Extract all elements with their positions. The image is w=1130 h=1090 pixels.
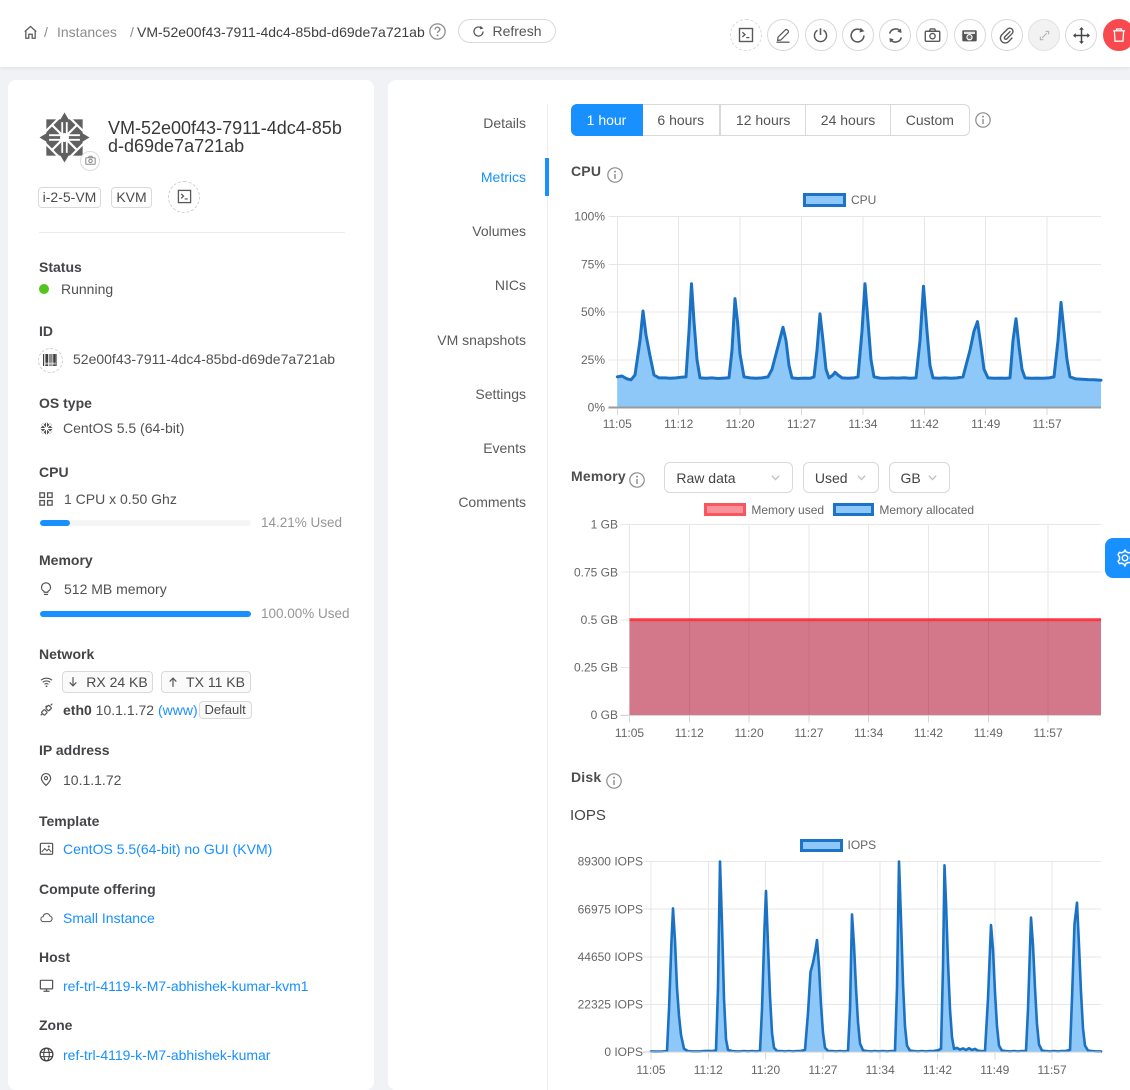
svg-text:0.75 GB: 0.75 GB bbox=[574, 565, 618, 579]
svg-text:11:27: 11:27 bbox=[787, 417, 816, 431]
svg-text:11:57: 11:57 bbox=[1034, 726, 1063, 740]
svg-text:11:34: 11:34 bbox=[854, 726, 883, 740]
svg-text:100%: 100% bbox=[574, 210, 605, 224]
svg-text:50%: 50% bbox=[581, 305, 605, 319]
svg-text:11:27: 11:27 bbox=[794, 726, 823, 740]
svg-text:0%: 0% bbox=[588, 401, 606, 415]
svg-text:11:57: 11:57 bbox=[1038, 1063, 1067, 1077]
svg-text:75%: 75% bbox=[581, 258, 605, 272]
svg-text:11:57: 11:57 bbox=[1033, 417, 1062, 431]
svg-text:11:05: 11:05 bbox=[636, 1063, 665, 1077]
svg-text:11:12: 11:12 bbox=[694, 1063, 723, 1077]
svg-text:0 GB: 0 GB bbox=[591, 708, 618, 722]
svg-text:o: o bbox=[968, 35, 970, 39]
svg-text:11:42: 11:42 bbox=[910, 417, 939, 431]
svg-text:11:05: 11:05 bbox=[603, 417, 632, 431]
svg-text:11:34: 11:34 bbox=[866, 1063, 895, 1077]
svg-text:22325 IOPS: 22325 IOPS bbox=[578, 998, 643, 1012]
svg-text:11:34: 11:34 bbox=[848, 417, 877, 431]
svg-text:0.5 GB: 0.5 GB bbox=[581, 613, 618, 627]
svg-text:11:42: 11:42 bbox=[923, 1063, 952, 1077]
svg-text:11:49: 11:49 bbox=[974, 726, 1003, 740]
svg-text:11:20: 11:20 bbox=[751, 1063, 780, 1077]
svg-text:25%: 25% bbox=[581, 353, 605, 367]
svg-text:11:42: 11:42 bbox=[914, 726, 943, 740]
svg-text:44650 IOPS: 44650 IOPS bbox=[578, 950, 643, 964]
svg-text:1 GB: 1 GB bbox=[591, 518, 618, 532]
svg-text:11:05: 11:05 bbox=[615, 726, 644, 740]
svg-text:11:20: 11:20 bbox=[735, 726, 764, 740]
svg-text:11:49: 11:49 bbox=[971, 417, 1000, 431]
svg-text:0 IOPS: 0 IOPS bbox=[604, 1045, 643, 1059]
svg-text:89300 IOPS: 89300 IOPS bbox=[578, 855, 643, 869]
svg-text:11:49: 11:49 bbox=[980, 1063, 1009, 1077]
svg-text:11:12: 11:12 bbox=[664, 417, 693, 431]
svg-text:0.25 GB: 0.25 GB bbox=[574, 661, 618, 675]
svg-text:11:20: 11:20 bbox=[726, 417, 755, 431]
svg-text:11:12: 11:12 bbox=[675, 726, 704, 740]
svg-text:11:27: 11:27 bbox=[808, 1063, 837, 1077]
svg-text:66975 IOPS: 66975 IOPS bbox=[578, 902, 643, 916]
